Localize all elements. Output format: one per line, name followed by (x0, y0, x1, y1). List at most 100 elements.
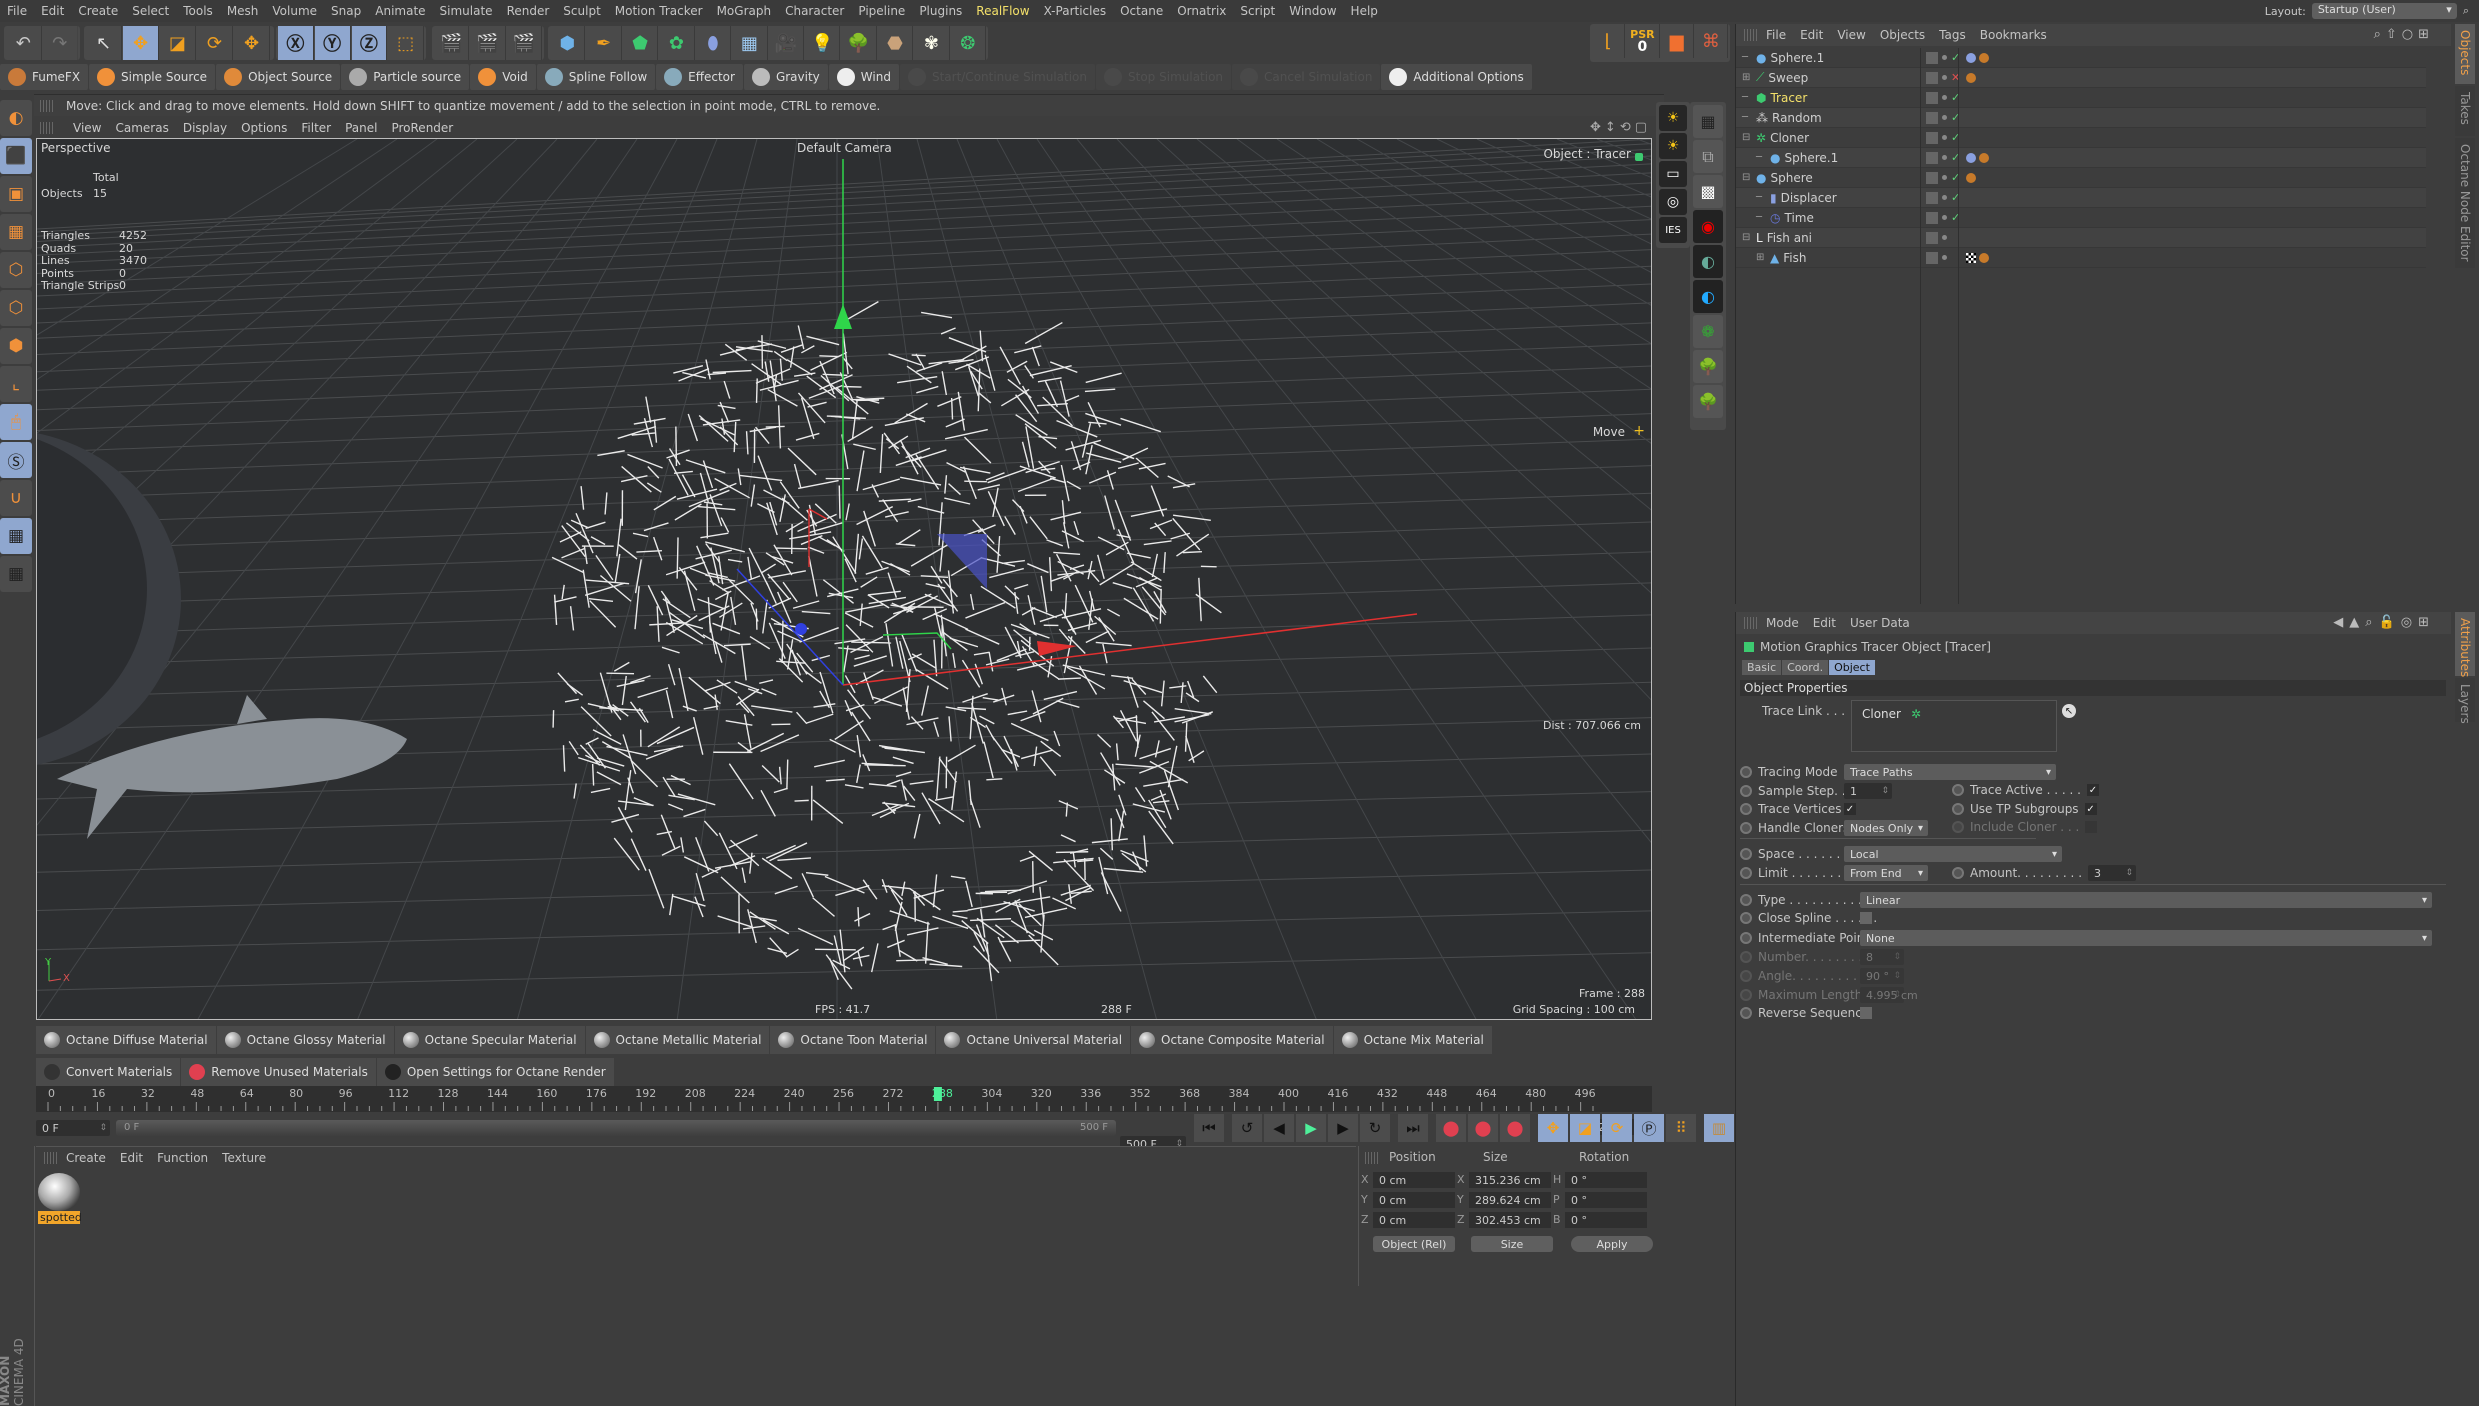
close-spline-anim-icon[interactable] (1740, 912, 1752, 924)
viewport-menu-filter[interactable]: Filter (294, 121, 338, 135)
object-row[interactable]: ─ ● Sphere.1 ✓ (1736, 148, 2426, 168)
pan-icon[interactable]: ✥ (1590, 120, 1601, 135)
side-tab-octane-node-editor[interactable]: Octane Node Editor (2455, 138, 2475, 268)
back-arrow-icon[interactable]: ◀ (2333, 615, 2343, 630)
visibility-dots-icon[interactable] (1942, 95, 1947, 100)
apply-button[interactable]: Apply (1571, 1236, 1653, 1252)
area-light-icon[interactable]: ▭ (1659, 161, 1687, 187)
object-menu-objects[interactable]: Objects (1874, 28, 1931, 42)
material-menu-create[interactable]: Create (60, 1151, 112, 1165)
array-icon[interactable]: ✿ (659, 26, 695, 60)
material-tag-icon[interactable] (1966, 52, 1976, 63)
timeline-ruler[interactable]: 0 16 32 48 64 80 96 112 128 144 160 176 192 208 224 240… (36, 1086, 1652, 1135)
workplane-mode-icon[interactable]: ▦ (0, 214, 32, 250)
object-name[interactable]: Sphere (1770, 171, 1812, 185)
menu-character[interactable]: Character (778, 4, 851, 18)
layer-icon[interactable] (1926, 91, 1938, 104)
object-menu-edit[interactable]: Edit (1794, 28, 1829, 42)
phong-tag-icon[interactable] (1966, 172, 1976, 183)
size-x-input[interactable]: 315.236 cm (1469, 1172, 1551, 1188)
object-row[interactable]: ─ ◷ Time ✓ (1736, 208, 2426, 228)
menu-tools[interactable]: Tools (176, 4, 220, 18)
menu-pipeline[interactable]: Pipeline (851, 4, 912, 18)
pen-icon[interactable]: ✒ (586, 26, 622, 60)
sample-step-anim-icon[interactable] (1740, 785, 1752, 797)
key-rotation-icon[interactable]: ⟳ (1602, 1114, 1632, 1142)
object-row[interactable]: ⊞ ▲ Fish (1736, 248, 2426, 268)
remove-unused-materials-button[interactable]: Remove Unused Materials (181, 1058, 376, 1086)
object-name[interactable]: Cloner (1770, 131, 1809, 145)
maximize-icon[interactable]: ▢ (1635, 120, 1647, 135)
object-menu-tags[interactable]: Tags (1933, 28, 1972, 42)
amount-anim-icon[interactable] (1952, 867, 1964, 879)
object-name[interactable]: Random (1772, 111, 1822, 125)
layer-icon[interactable] (1926, 171, 1938, 184)
render-to-picture-viewer-icon[interactable]: 🎬 (470, 26, 506, 60)
particle-source-button[interactable]: Particle source (341, 64, 470, 90)
checker-icon[interactable]: ▩ (1693, 175, 1723, 208)
phong-tag-icon[interactable] (1979, 252, 1989, 263)
object-row[interactable]: ─ ⁂ Random ✓ (1736, 108, 2426, 128)
menu-file[interactable]: File (0, 4, 34, 18)
size-z-input[interactable]: 302.453 cm (1469, 1212, 1551, 1228)
type-anim-icon[interactable] (1740, 894, 1752, 906)
grid-icon[interactable]: ▦ (1693, 105, 1723, 138)
daylight-icon[interactable]: ☀ (1659, 105, 1687, 131)
stop-simulation-button[interactable]: Stop Simulation (1096, 64, 1232, 90)
axis-mode-icon[interactable]: ⌞ (0, 366, 32, 402)
menu-window[interactable]: Window (1282, 4, 1343, 18)
previous-frame-icon[interactable]: ◀ (1264, 1114, 1294, 1142)
tracing-mode-anim-icon[interactable] (1740, 766, 1752, 778)
object-name[interactable]: Fish ani (1767, 231, 1812, 245)
object-source-button[interactable]: Object Source (216, 64, 341, 90)
space-dropdown[interactable]: Local (1844, 846, 2062, 862)
viewport-menu-display[interactable]: Display (176, 121, 234, 135)
viewport-menu-cameras[interactable]: Cameras (108, 121, 175, 135)
subdivision-icon[interactable]: ⬟ (623, 26, 659, 60)
layer-icon[interactable] (1926, 151, 1938, 164)
reverse-anim-icon[interactable] (1740, 1007, 1752, 1019)
edges-mode-icon[interactable]: ⬡ (0, 290, 32, 326)
octane-glossy-material-button[interactable]: Octane Glossy Material (216, 1026, 394, 1054)
trace-link-field[interactable]: Cloner ✲ (1851, 700, 2057, 752)
play-icon[interactable]: ▶ (1296, 1114, 1326, 1142)
tracing-mode-dropdown[interactable]: Trace Paths (1844, 764, 2056, 780)
menu-help[interactable]: Help (1344, 4, 1385, 18)
handle-cloners-dropdown[interactable]: Nodes Only (1844, 820, 1928, 836)
record-keys-icon[interactable]: ⬤ (1436, 1114, 1466, 1142)
folder-icon[interactable]: ▆ (1661, 24, 1694, 58)
sample-step-input[interactable]: 1 (1844, 783, 1892, 799)
octane-specular-material-button[interactable]: Octane Specular Material (394, 1026, 585, 1054)
tree-autumn-2-icon[interactable]: 🌳 (1693, 385, 1723, 418)
viewport-menu-panel[interactable]: Panel (338, 121, 384, 135)
wind-button[interactable]: Wind (828, 64, 899, 90)
menu-motion-tracker[interactable]: Motion Tracker (608, 4, 710, 18)
keyframe-selection-icon[interactable]: ⬤ (1500, 1114, 1530, 1142)
tab-basic[interactable]: Basic (1742, 660, 1782, 675)
gear-plant-icon[interactable]: ❂ (951, 26, 987, 60)
preview-range-slider[interactable]: 0 F 500 F (116, 1120, 1116, 1136)
layer-icon[interactable] (1926, 71, 1938, 84)
make-editable-icon[interactable]: ◐ (0, 100, 32, 136)
phong-tag-icon[interactable] (1966, 72, 1976, 83)
rotation-b-input[interactable]: 0 ° (1565, 1212, 1647, 1228)
visibility-dots-icon[interactable] (1942, 215, 1947, 220)
octane-toon-material-button[interactable]: Octane Toon Material (770, 1026, 936, 1054)
tab-object[interactable]: Object (1829, 660, 1875, 675)
object-row[interactable]: ─ ● Sphere.1 ✓ (1736, 48, 2426, 68)
dolly-icon[interactable]: ↕ (1605, 120, 1616, 135)
flower-icon[interactable]: ✾ (914, 26, 950, 60)
deformer-icon[interactable]: ⬮ (696, 26, 732, 60)
scatter-icon[interactable]: ❁ (1693, 315, 1723, 348)
blue-half-circle-icon[interactable]: ◐ (1693, 280, 1723, 313)
up-arrow-icon[interactable]: ▲ (2349, 615, 2359, 630)
tree-icon[interactable]: 🌳 (841, 26, 877, 60)
target-icon[interactable]: ◎ (2401, 615, 2412, 630)
orbit-icon[interactable]: ⟲ (1620, 120, 1631, 135)
menu-select[interactable]: Select (125, 4, 176, 18)
handle-cloners-anim-icon[interactable] (1740, 822, 1752, 834)
layout-dropdown[interactable]: Startup (User) (2311, 3, 2457, 19)
x-axis-lock-icon[interactable]: Ⓧ (278, 26, 314, 60)
layer-icon[interactable] (1926, 211, 1938, 224)
attribute-menu-mode[interactable]: Mode (1760, 616, 1805, 630)
